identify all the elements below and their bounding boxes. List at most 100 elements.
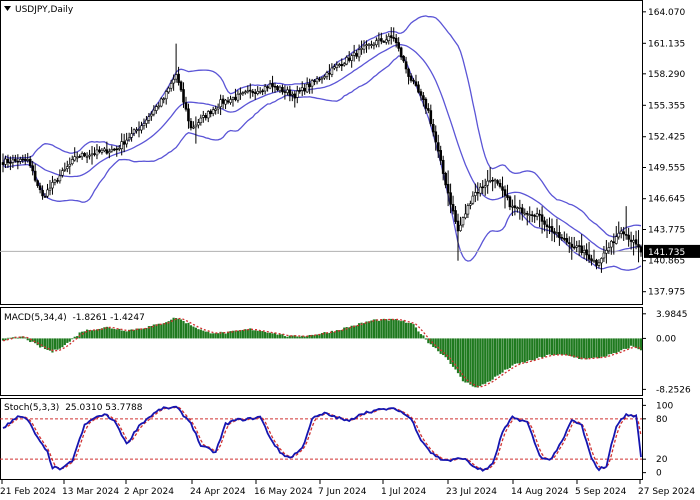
macd-bar[interactable] bbox=[489, 338, 492, 382]
macd-bar[interactable] bbox=[484, 338, 487, 384]
macd-bar[interactable] bbox=[439, 338, 442, 354]
candle-body[interactable] bbox=[48, 187, 52, 191]
candle-body[interactable] bbox=[63, 168, 67, 171]
candle-body[interactable] bbox=[281, 87, 284, 93]
candle-body[interactable] bbox=[283, 91, 287, 93]
macd-bar[interactable] bbox=[568, 338, 571, 356]
candle-body[interactable] bbox=[419, 91, 423, 96]
macd-bar[interactable] bbox=[251, 330, 254, 339]
macd-bar[interactable] bbox=[367, 321, 371, 339]
candle-body[interactable] bbox=[572, 246, 576, 249]
candle-body[interactable] bbox=[130, 133, 133, 138]
candle-body[interactable] bbox=[177, 73, 180, 83]
macd-bar[interactable] bbox=[531, 338, 534, 361]
macd-bar[interactable] bbox=[449, 338, 452, 365]
candle-body[interactable] bbox=[612, 241, 616, 244]
macd-bar[interactable] bbox=[498, 338, 502, 375]
candle-body[interactable] bbox=[399, 47, 403, 58]
macd-bar[interactable] bbox=[264, 331, 267, 339]
candle-body[interactable] bbox=[592, 260, 596, 263]
macd-bar[interactable] bbox=[212, 333, 215, 339]
candle-body[interactable] bbox=[338, 64, 341, 66]
macd-bar[interactable] bbox=[503, 338, 507, 370]
candle-body[interactable] bbox=[320, 77, 324, 80]
macd-bar[interactable] bbox=[58, 338, 61, 349]
macd-bar[interactable] bbox=[217, 333, 220, 339]
candle-body[interactable] bbox=[295, 90, 299, 98]
candle-body[interactable] bbox=[508, 196, 512, 208]
candle-body[interactable] bbox=[221, 98, 225, 104]
candle-body[interactable] bbox=[278, 86, 282, 91]
macd-bar[interactable] bbox=[348, 327, 351, 339]
macd-bar[interactable] bbox=[246, 329, 249, 339]
candle-body[interactable] bbox=[150, 113, 153, 117]
macd-bar[interactable] bbox=[412, 324, 415, 339]
candle-body[interactable] bbox=[88, 154, 91, 157]
candle-body[interactable] bbox=[95, 149, 99, 156]
candle-body[interactable] bbox=[464, 213, 467, 219]
macd-bar[interactable] bbox=[390, 318, 393, 339]
candle-body[interactable] bbox=[627, 234, 630, 240]
macd-bar[interactable] bbox=[602, 338, 606, 357]
macd-bar[interactable] bbox=[162, 323, 165, 339]
candle-body[interactable] bbox=[567, 242, 571, 244]
macd-bar[interactable] bbox=[145, 328, 148, 339]
candle-body[interactable] bbox=[258, 91, 262, 93]
macd-bar[interactable] bbox=[209, 333, 212, 339]
macd-bar[interactable] bbox=[278, 334, 282, 339]
candle-body[interactable] bbox=[493, 179, 497, 182]
macd-bar[interactable] bbox=[259, 331, 262, 339]
candle-body[interactable] bbox=[469, 203, 472, 206]
macd-bar[interactable] bbox=[355, 325, 358, 339]
macd-bar[interactable] bbox=[511, 338, 514, 366]
candle-body[interactable] bbox=[389, 35, 393, 38]
candle-body[interactable] bbox=[365, 44, 368, 46]
candle-body[interactable] bbox=[446, 183, 450, 194]
macd-bar[interactable] bbox=[476, 338, 479, 388]
candle-body[interactable] bbox=[80, 153, 84, 158]
macd-bar[interactable] bbox=[207, 331, 210, 339]
macd-bar[interactable] bbox=[276, 334, 279, 339]
macd-bar[interactable] bbox=[578, 338, 581, 359]
candle-body[interactable] bbox=[224, 99, 227, 105]
candle-body[interactable] bbox=[330, 67, 334, 75]
candle-body[interactable] bbox=[75, 156, 79, 159]
macd-bar[interactable] bbox=[422, 335, 425, 339]
macd-bar[interactable] bbox=[38, 338, 42, 348]
macd-bar[interactable] bbox=[283, 336, 287, 339]
macd-bar[interactable] bbox=[414, 327, 418, 339]
candle-body[interactable] bbox=[135, 129, 138, 132]
macd-bar[interactable] bbox=[563, 338, 566, 355]
candle-body[interactable] bbox=[246, 90, 250, 93]
candle-body[interactable] bbox=[607, 247, 611, 252]
candle-body[interactable] bbox=[570, 243, 574, 248]
macd-bar[interactable] bbox=[610, 338, 613, 355]
candle-body[interactable] bbox=[65, 166, 69, 169]
macd-bar[interactable] bbox=[179, 319, 183, 339]
candle-body[interactable] bbox=[333, 66, 336, 69]
candle-body[interactable] bbox=[610, 241, 613, 248]
macd-bar[interactable] bbox=[167, 321, 170, 339]
candle-body[interactable] bbox=[491, 179, 494, 182]
macd-bar[interactable] bbox=[407, 322, 410, 339]
macd-bar[interactable] bbox=[182, 320, 185, 339]
macd-bar[interactable] bbox=[372, 319, 376, 339]
candle-body[interactable] bbox=[577, 245, 581, 247]
macd-bar[interactable] bbox=[157, 323, 160, 339]
macd-bar[interactable] bbox=[204, 331, 207, 339]
candle-body[interactable] bbox=[291, 93, 294, 96]
macd-bar[interactable] bbox=[597, 338, 601, 359]
macd-bar[interactable] bbox=[419, 334, 423, 339]
candle-body[interactable] bbox=[503, 189, 507, 196]
candle-body[interactable] bbox=[251, 91, 255, 94]
candle-body[interactable] bbox=[117, 147, 121, 150]
candle-body[interactable] bbox=[202, 115, 205, 118]
macd-bar[interactable] bbox=[417, 331, 420, 339]
macd-bar[interactable] bbox=[63, 338, 66, 346]
macd-bar[interactable] bbox=[328, 332, 331, 339]
candle-body[interactable] bbox=[318, 78, 321, 81]
candle-body[interactable] bbox=[461, 217, 465, 226]
macd-bar[interactable] bbox=[140, 328, 143, 339]
candle-body[interactable] bbox=[110, 149, 114, 152]
candle-body[interactable] bbox=[459, 224, 462, 231]
